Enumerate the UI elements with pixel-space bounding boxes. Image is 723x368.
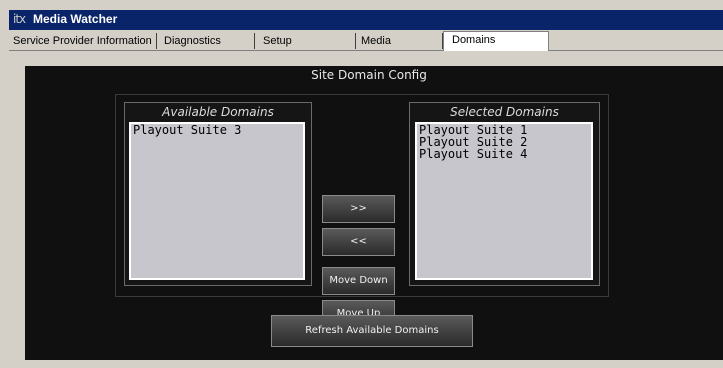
app-logo: itx xyxy=(13,12,26,26)
available-domains-label: Available Domains xyxy=(162,105,274,119)
tab-media[interactable]: Media xyxy=(357,33,443,49)
domain-config-panel: Site Domain Config Available Domains Pla… xyxy=(25,66,723,360)
selected-domains-label: Selected Domains xyxy=(450,105,559,119)
tab-setup[interactable]: Setup xyxy=(259,33,356,49)
remove-domain-button[interactable]: << xyxy=(322,228,395,256)
add-domain-button[interactable]: >> xyxy=(322,195,395,223)
available-domains-frame: Available Domains Playout Suite 3 xyxy=(124,102,312,286)
refresh-available-domains-button[interactable]: Refresh Available Domains xyxy=(271,315,473,347)
domain-selection-group: Available Domains Playout Suite 3 >> << … xyxy=(115,94,609,328)
available-domains-list[interactable]: Playout Suite 3 xyxy=(129,122,305,280)
list-item[interactable]: Playout Suite 3 xyxy=(131,124,303,136)
tab-content: Site Domain Config Available Domains Pla… xyxy=(9,51,723,368)
move-down-button[interactable]: Move Down xyxy=(322,267,395,295)
tab-bar: Service Provider Information Diagnostics… xyxy=(9,31,723,51)
tab-diagnostics[interactable]: Diagnostics xyxy=(160,33,255,49)
title-bar: itx Media Watcher xyxy=(9,10,723,30)
window-title: Media Watcher xyxy=(33,12,118,26)
panel-title: Site Domain Config xyxy=(311,68,427,82)
media-watcher-window: itx Media Watcher Service Provider Infor… xyxy=(9,10,723,368)
selected-domains-frame: Selected Domains Playout Suite 1 Playout… xyxy=(409,102,600,286)
selected-domains-list[interactable]: Playout Suite 1 Playout Suite 2 Playout … xyxy=(415,122,593,280)
tab-domains[interactable]: Domains xyxy=(443,31,549,51)
list-item[interactable]: Playout Suite 4 xyxy=(417,148,591,160)
tab-service-provider-information[interactable]: Service Provider Information xyxy=(9,33,157,49)
